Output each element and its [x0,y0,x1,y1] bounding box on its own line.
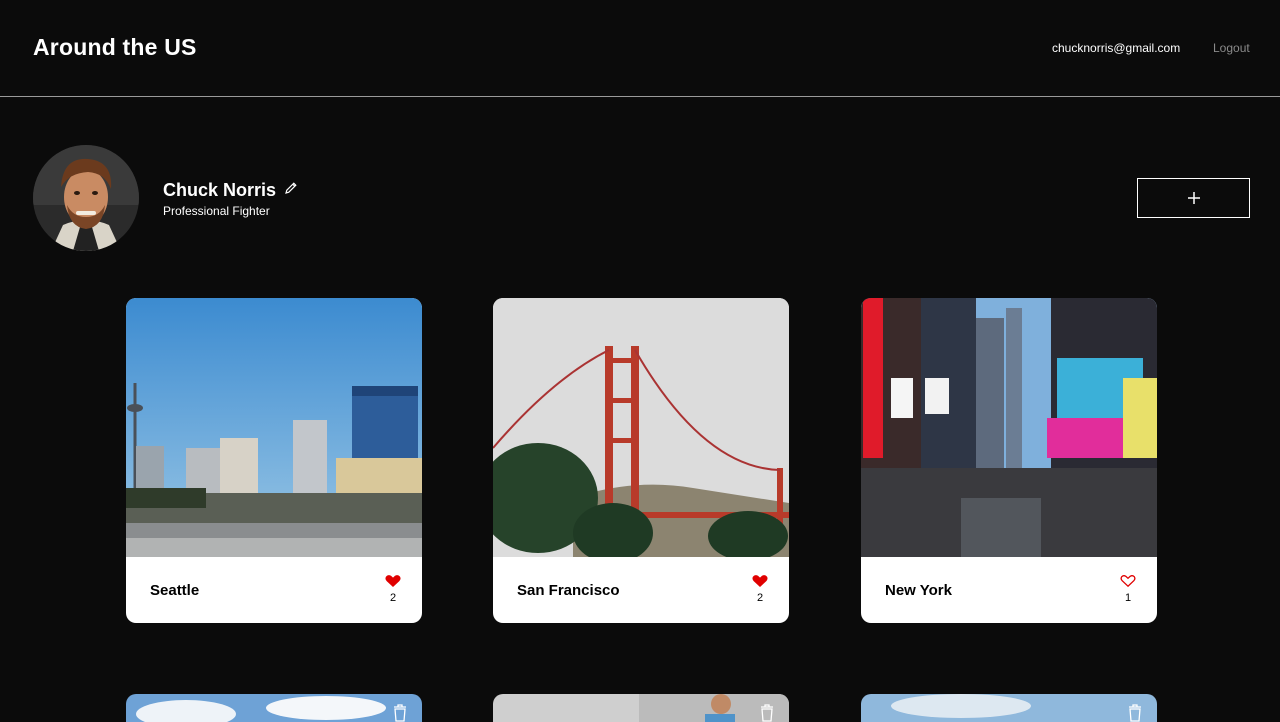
like-button[interactable] [751,573,769,589]
add-card-button[interactable] [1137,178,1250,218]
edit-profile-button[interactable] [283,180,299,196]
pencil-icon [285,182,297,194]
profile-name: Chuck Norris [163,180,277,200]
like-count: 2 [756,592,764,604]
card-title: San Francisco [517,582,620,599]
logo: Around the US [33,34,197,60]
place-card [126,694,422,722]
like-count: 2 [389,592,397,604]
card-image[interactable] [861,298,1157,557]
user-email: chucknorris@gmail.com [1052,41,1181,55]
place-card: Seattle 2 [126,298,422,623]
heart-filled-icon [752,575,768,587]
card-image[interactable] [493,298,789,563]
like-button[interactable] [384,573,402,589]
profile-about: Professional Fighter [163,204,270,218]
card-image[interactable] [126,298,422,557]
card-image[interactable] [493,694,789,722]
plus-icon [1187,192,1200,204]
place-card: New York 1 [861,298,1157,623]
trash-icon[interactable] [1127,704,1143,722]
trash-icon[interactable] [759,704,775,722]
place-card [861,694,1157,722]
header: Around the US chucknorris@gmail.com Logo… [0,0,1280,97]
logout-link[interactable]: Logout [1213,41,1250,55]
like-button[interactable] [1119,573,1137,589]
card-title: Seattle [150,582,200,599]
like-count: 1 [1124,592,1132,604]
avatar[interactable] [33,145,139,251]
heart-outline-icon [1120,575,1136,588]
card-image[interactable] [861,694,1157,722]
heart-filled-icon [385,575,401,587]
place-card [493,694,789,722]
card-image[interactable] [126,694,422,722]
place-card: San Francisco 2 [493,298,789,623]
trash-icon[interactable] [392,704,408,722]
card-title: New York [885,582,952,599]
